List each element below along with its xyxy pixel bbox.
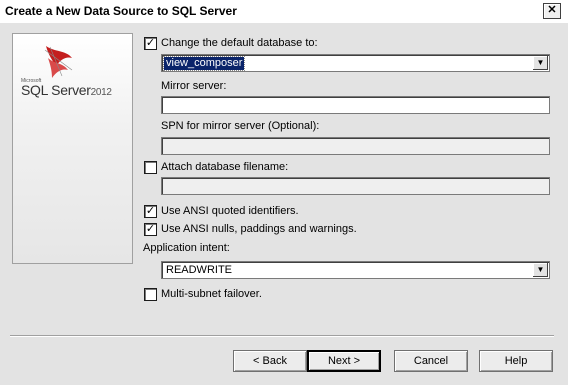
- ansi-quoted-label: Use ANSI quoted identifiers.: [161, 205, 299, 217]
- attach-db-input[interactable]: [161, 177, 550, 195]
- multi-subnet-label: Multi-subnet failover.: [161, 288, 262, 300]
- chevron-down-icon[interactable]: ▼: [532, 56, 548, 70]
- logo-product-text: SQL Server2012: [21, 82, 112, 98]
- cancel-button[interactable]: Cancel: [394, 350, 468, 372]
- mirror-server-label: Mirror server:: [161, 80, 227, 92]
- ansi-nulls-label: Use ANSI nulls, paddings and warnings.: [161, 223, 357, 235]
- window-title: Create a New Data Source to SQL Server: [5, 4, 237, 18]
- help-button[interactable]: Help: [479, 350, 553, 372]
- spn-input[interactable]: [161, 137, 550, 155]
- change-default-db-checkbox[interactable]: ✓: [144, 37, 157, 50]
- multi-subnet-checkbox[interactable]: [144, 288, 157, 301]
- separator: [10, 335, 554, 337]
- sql-server-logo-icon: [44, 46, 73, 78]
- app-intent-value: READWRITE: [166, 264, 232, 276]
- dialog-window: Create a New Data Source to SQL Server ✕…: [0, 0, 568, 385]
- database-value: view_composer: [162, 56, 246, 71]
- ansi-nulls-checkbox[interactable]: ✓: [144, 223, 157, 236]
- close-button[interactable]: ✕: [543, 3, 561, 19]
- title-bar: Create a New Data Source to SQL Server ✕: [0, 0, 568, 23]
- ansi-quoted-checkbox[interactable]: ✓: [144, 205, 157, 218]
- chevron-down-icon[interactable]: ▼: [532, 263, 548, 277]
- sql-server-logo-panel: Microsoft SQL Server2012: [12, 33, 133, 264]
- database-combobox[interactable]: view_composer ▼: [161, 54, 550, 72]
- mirror-server-input[interactable]: [161, 96, 550, 114]
- spn-label: SPN for mirror server (Optional):: [161, 120, 320, 132]
- change-default-db-label: Change the default database to:: [161, 37, 318, 49]
- attach-db-checkbox[interactable]: [144, 161, 157, 174]
- next-button[interactable]: Next >: [307, 350, 381, 372]
- attach-db-label: Attach database filename:: [161, 161, 289, 173]
- logo-version-text: 2012: [90, 87, 112, 98]
- back-button[interactable]: < Back: [233, 350, 307, 372]
- app-intent-combobox[interactable]: READWRITE ▼: [161, 261, 550, 279]
- app-intent-label: Application intent:: [143, 242, 230, 254]
